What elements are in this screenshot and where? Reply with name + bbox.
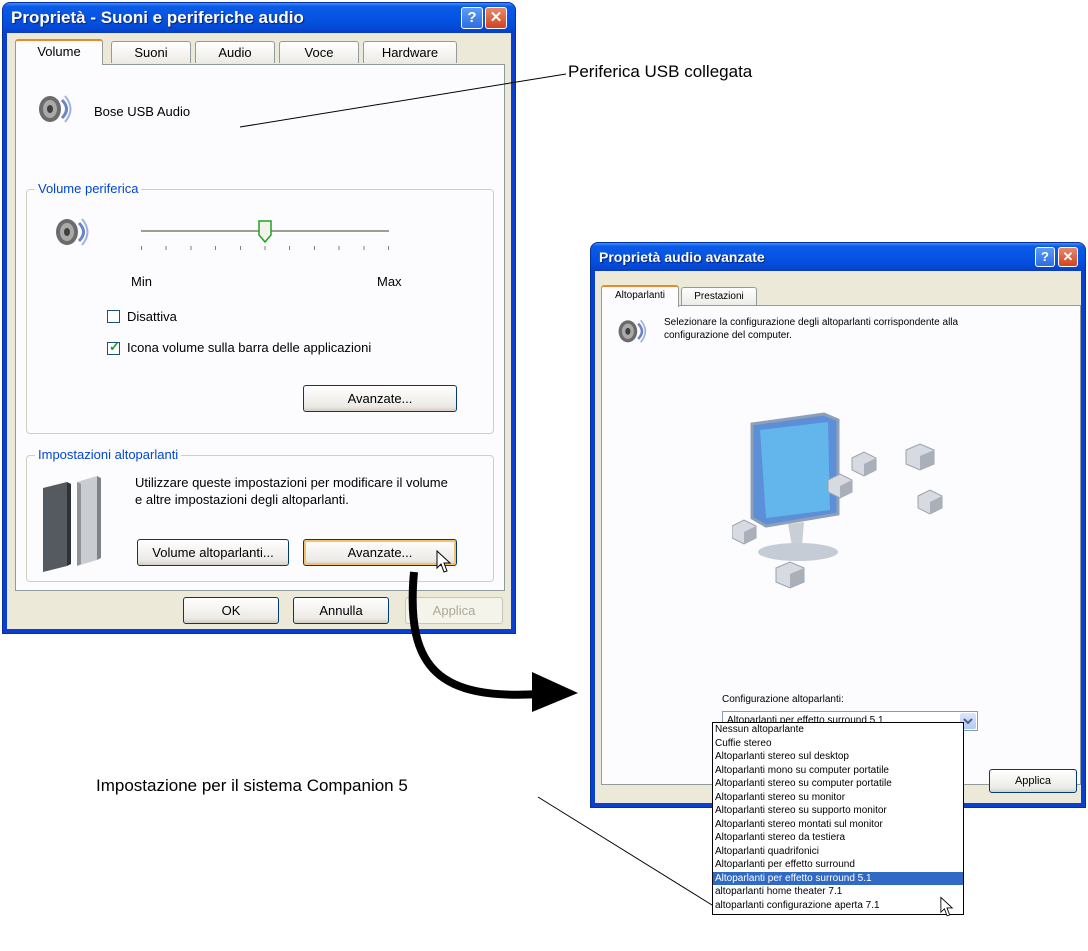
connector-arrow: [408, 571, 541, 699]
companion-annotation: Impostazione per il sistema Companion 5: [96, 776, 408, 795]
tab-altoparlanti[interactable]: Altoparlanti: [601, 285, 679, 307]
companion-leader-line: [537, 796, 713, 906]
tab-volume[interactable]: Volume: [15, 39, 103, 65]
annotation-lines: [239, 73, 713, 906]
arrow-head-icon: [532, 672, 578, 712]
usb-annotation: Periferica USB collegata: [568, 62, 753, 81]
usb-leader-line: [239, 73, 567, 128]
